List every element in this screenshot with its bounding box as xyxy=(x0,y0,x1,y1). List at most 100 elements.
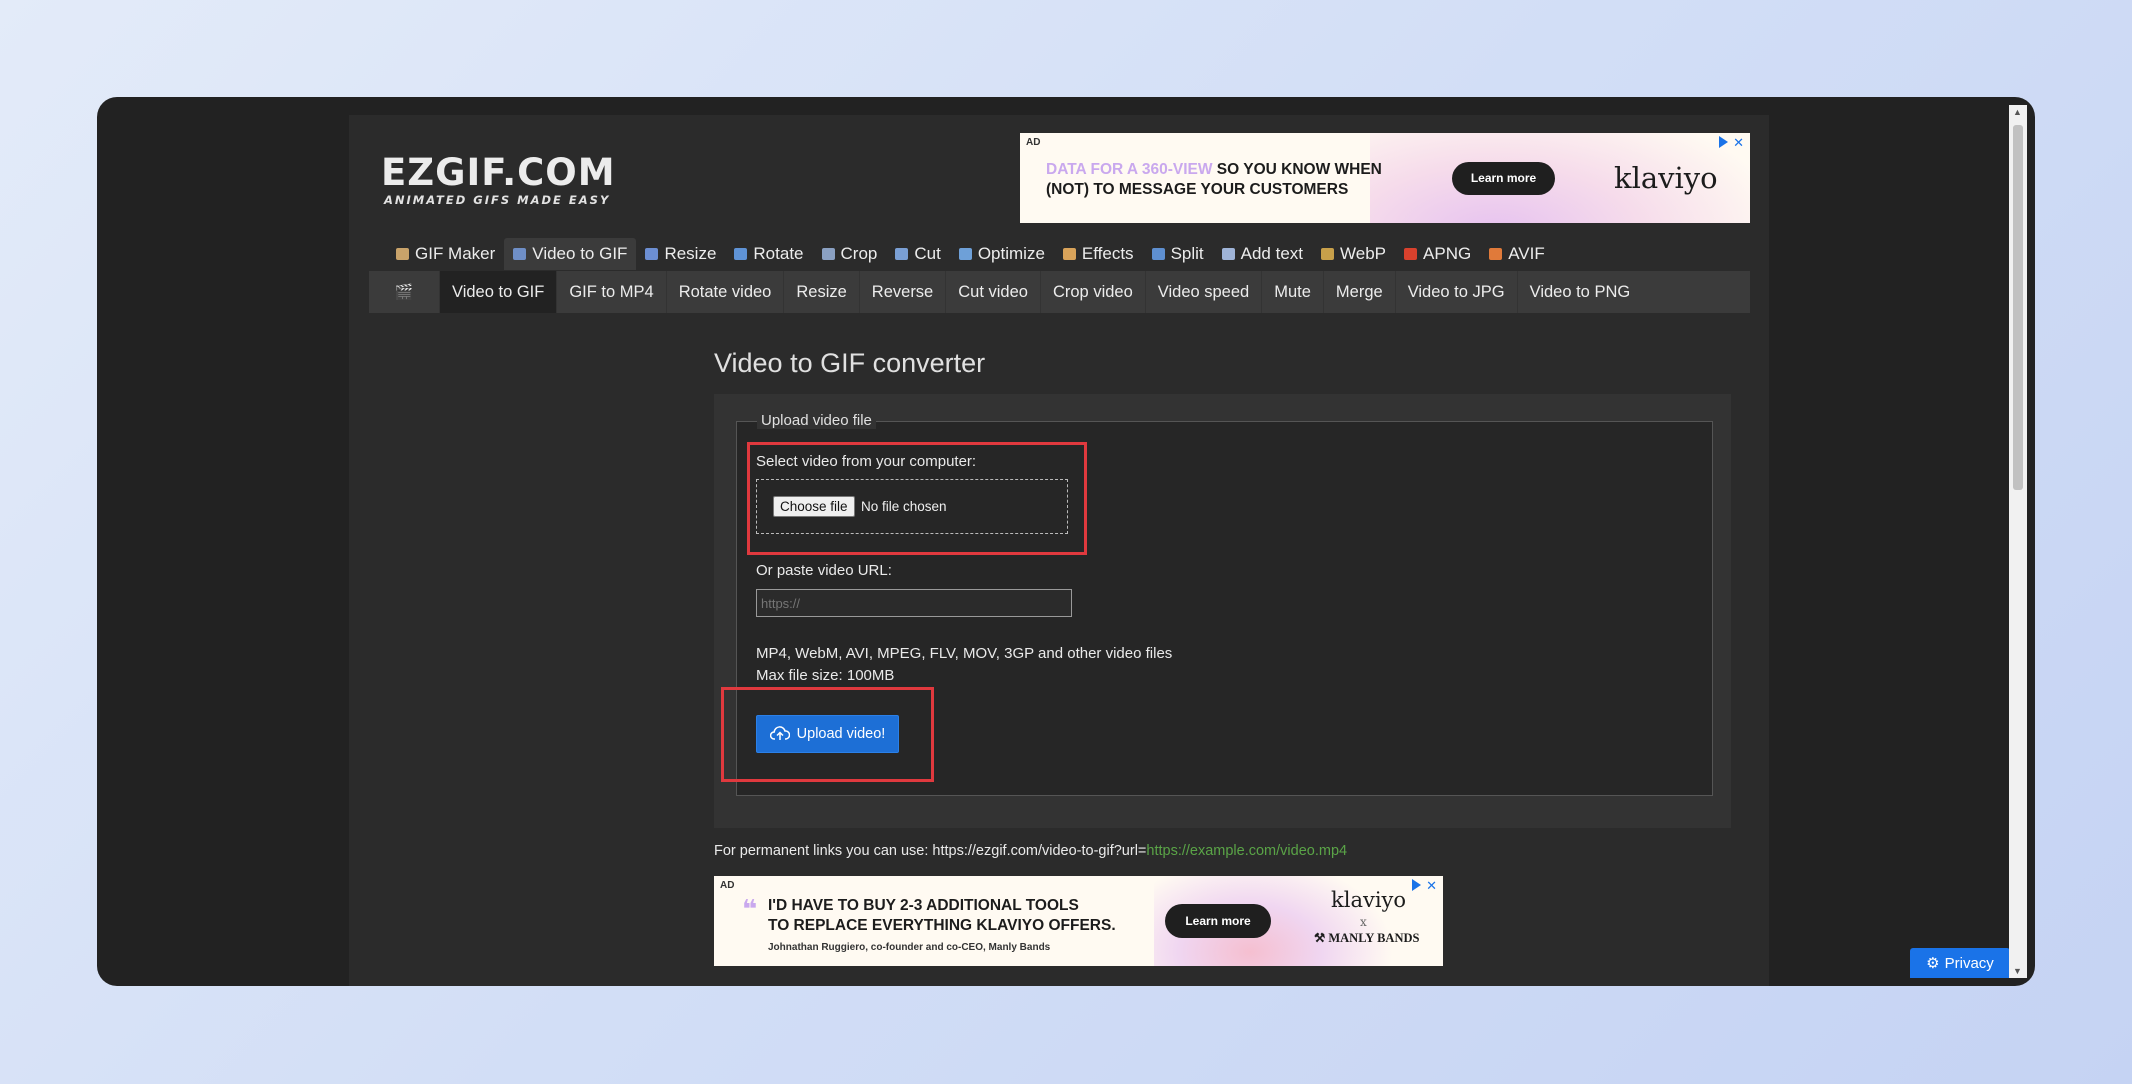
quote-icon: ❝ xyxy=(742,894,758,924)
add-text-icon xyxy=(1221,248,1235,260)
ad-quote: I'D HAVE TO BUY 2-3 ADDITIONAL TOOLS TO … xyxy=(768,896,1116,936)
tools-icon: ⚒ xyxy=(1314,931,1329,945)
rotate-icon xyxy=(734,248,748,260)
nav-avif[interactable]: AVIF xyxy=(1480,238,1554,270)
privacy-label: Privacy xyxy=(1944,954,1994,972)
video-to-gif-icon xyxy=(513,248,527,260)
nav-label: Split xyxy=(1170,244,1204,263)
ad-byline: Johnathan Ruggiero, co-founder and co-CE… xyxy=(768,942,1051,953)
nav-webp[interactable]: WebP xyxy=(1312,238,1395,270)
nav-label: Rotate xyxy=(753,244,804,263)
subnav-reverse[interactable]: Reverse xyxy=(858,271,945,313)
permanent-link-hint: For permanent links you can use: https:/… xyxy=(714,843,1347,859)
subnav-resize[interactable]: Resize xyxy=(783,271,858,313)
scroll-down-arrow[interactable]: ▼ xyxy=(2013,966,2022,976)
url-label: Or paste video URL: xyxy=(756,562,892,579)
subnav-video-speed[interactable]: Video speed xyxy=(1144,271,1261,313)
permalink-example: https://example.com/video.mp4 xyxy=(1146,843,1348,859)
crop-icon xyxy=(821,248,835,260)
nav-label: Effects xyxy=(1081,244,1134,263)
ad-quote-line2: TO REPLACE EVERYTHING KLAVIYO OFFERS. xyxy=(768,917,1116,934)
cut-icon xyxy=(895,248,909,260)
resize-icon xyxy=(645,248,659,260)
logo-tagline: ANIMATED GIFS MADE EASY xyxy=(384,193,611,207)
apng-icon xyxy=(1404,248,1418,260)
page-title: Video to GIF converter xyxy=(714,348,986,378)
ad-banner-top[interactable]: AD ✕ DATA FOR A 360-VIEW SO YOU KNOW WHE… xyxy=(1020,133,1750,223)
effects-icon xyxy=(1062,248,1076,260)
nav-add-text[interactable]: Add text xyxy=(1213,238,1312,270)
adchoices-icon[interactable] xyxy=(1719,136,1728,148)
nav-optimize[interactable]: Optimize xyxy=(950,238,1054,270)
nav-label: Video to GIF xyxy=(532,244,628,263)
adchoices-icon[interactable] xyxy=(1412,879,1421,891)
ad-banner-bottom[interactable]: AD ✕ ❝ I'D HAVE TO BUY 2-3 ADDITIONAL TO… xyxy=(714,876,1443,966)
ad-headline-rest: SO YOU KNOW WHEN xyxy=(1212,161,1382,178)
nav-label: GIF Maker xyxy=(415,244,496,263)
subnav-video-to-png[interactable]: Video to PNG xyxy=(1516,271,1643,313)
logo-text: EZGIF.COM xyxy=(381,151,616,194)
scroll-up-arrow[interactable]: ▲ xyxy=(2013,107,2022,117)
ezgif-logo[interactable]: EZGIF.COM ANIMATED GIFS MADE EASY xyxy=(381,151,616,208)
split-icon xyxy=(1151,248,1165,260)
manly-bands-text: MANLY BANDS xyxy=(1328,931,1420,945)
permalink-prefix: For permanent links you can use: https:/… xyxy=(714,843,1147,859)
subnav-crop-video[interactable]: Crop video xyxy=(1039,271,1145,313)
gear-icon: ⚙ xyxy=(1926,955,1940,972)
optimize-icon xyxy=(958,248,972,260)
nav-split[interactable]: Split xyxy=(1143,238,1213,270)
nav-label: Add text xyxy=(1240,244,1304,263)
video-url-input[interactable] xyxy=(756,589,1072,617)
nav-resize[interactable]: Resize xyxy=(636,238,725,270)
max-file-size-text: Max file size: 100MB xyxy=(756,667,895,684)
nav-rotate[interactable]: Rotate xyxy=(725,238,812,270)
ad-learn-more-button[interactable]: Learn more xyxy=(1452,162,1555,195)
browser-window: EZGIF.COM ANIMATED GIFS MADE EASY AD ✕ D… xyxy=(97,97,2035,986)
avif-icon xyxy=(1489,248,1503,260)
main-nav: GIF Maker Video to GIF Resize Rotate Crop Cut… xyxy=(387,238,1554,270)
nav-video-to-gif[interactable]: Video to GIF xyxy=(504,238,637,270)
nav-label: Resize xyxy=(664,244,717,263)
subnav-video-to-jpg[interactable]: Video to JPG xyxy=(1394,271,1517,313)
ad-headline-line2: (NOT) TO MESSAGE YOUR CUSTOMERS xyxy=(1046,181,1349,198)
fieldset-legend: Upload video file xyxy=(757,412,876,429)
ad-headline: DATA FOR A 360-VIEW SO YOU KNOW WHEN (NO… xyxy=(1046,160,1382,200)
nav-label: Cut xyxy=(914,244,941,263)
subnav-rotate-video[interactable]: Rotate video xyxy=(665,271,784,313)
subnav-video-to-gif[interactable]: Video to GIF xyxy=(439,271,557,313)
ad-learn-more-button[interactable]: Learn more xyxy=(1165,904,1271,938)
ad-close-icon[interactable]: ✕ xyxy=(1426,878,1437,894)
manly-bands-logo: ⚒ MANLY BANDS xyxy=(1314,930,1419,946)
nav-label: WebP xyxy=(1340,244,1387,263)
nav-label: Crop xyxy=(840,244,878,263)
nav-effects[interactable]: Effects xyxy=(1054,238,1143,270)
subnav-mute[interactable]: Mute xyxy=(1261,271,1323,313)
webp-icon xyxy=(1321,248,1335,260)
nav-apng[interactable]: APNG xyxy=(1395,238,1480,270)
nav-label: Optimize xyxy=(977,244,1045,263)
ad-quote-line1: I'D HAVE TO BUY 2-3 ADDITIONAL TOOLS xyxy=(768,897,1079,914)
subnav-gif-to-mp4[interactable]: GIF to MP4 xyxy=(556,271,665,313)
nav-label: APNG xyxy=(1423,244,1472,263)
subnav-cut-video[interactable]: Cut video xyxy=(945,271,1040,313)
ad-close-icon[interactable]: ✕ xyxy=(1733,135,1744,151)
subnav-merge[interactable]: Merge xyxy=(1322,271,1395,313)
vertical-scrollbar[interactable]: ▲ ▼ xyxy=(2009,105,2027,978)
gif-maker-icon xyxy=(396,248,409,260)
clapperboard-icon: 🎬 xyxy=(394,284,414,301)
klaviyo-logo: klaviyo xyxy=(1331,888,1407,912)
ad-label: AD xyxy=(1026,137,1041,148)
nav-gif-maker[interactable]: GIF Maker xyxy=(387,238,504,270)
sub-nav: 🎬 Video to GIF GIF to MP4 Rotate video Resi… xyxy=(369,271,1750,313)
privacy-button[interactable]: ⚙ Privacy xyxy=(1910,948,2010,978)
nav-label: AVIF xyxy=(1508,244,1545,263)
nav-crop[interactable]: Crop xyxy=(813,238,887,270)
scrollbar-thumb[interactable] xyxy=(2013,125,2023,490)
highlight-file-select xyxy=(747,442,1087,555)
supported-formats-text: MP4, WebM, AVI, MPEG, FLV, MOV, 3GP and … xyxy=(756,645,1173,662)
ad-headline-highlight: DATA FOR A 360-VIEW xyxy=(1046,161,1213,178)
nav-cut[interactable]: Cut xyxy=(886,238,949,270)
ad-label: AD xyxy=(720,880,735,891)
klaviyo-logo: klaviyo xyxy=(1614,161,1718,195)
highlight-upload-button xyxy=(721,687,934,782)
